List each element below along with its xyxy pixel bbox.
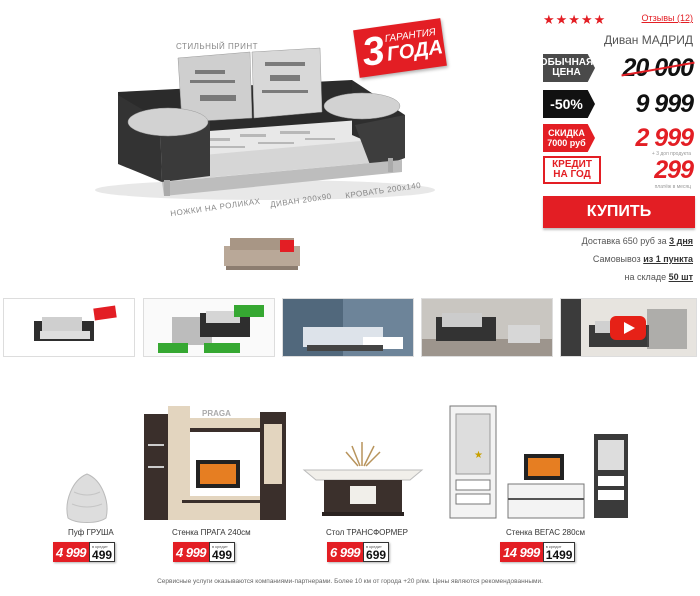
- credit-label: КРЕДИТ НА ГОД: [543, 156, 601, 184]
- regular-price-label: ОБЫЧНАЯ ЦЕНА: [543, 54, 595, 82]
- buy-button[interactable]: КУПИТЬ: [543, 196, 695, 228]
- wall-unit-praga-image[interactable]: PRAGA: [142, 404, 288, 522]
- feature-label-print: СТИЛЬНЫЙ ПРИНТ: [176, 42, 258, 51]
- delivery-info: Доставка 650 руб за 3 дня: [582, 236, 693, 246]
- gallery-thumb-1[interactable]: [3, 298, 135, 357]
- stock-text: на складе: [624, 272, 669, 282]
- gallery-thumb-3[interactable]: [282, 298, 414, 357]
- rating-stars: ★★★★★: [543, 12, 607, 27]
- credit-row: КРЕДИТ НА ГОД 299: [543, 156, 695, 184]
- rec-credit-box: в кредит 499: [89, 542, 116, 562]
- rec-name[interactable]: Пуф ГРУША: [68, 528, 114, 537]
- credit-price: 299: [654, 156, 694, 184]
- extra-discount-price: 2 999: [635, 124, 694, 152]
- extra-discount-row: СКИДКА 7000 руб 2 999: [543, 124, 695, 152]
- rec-credit-box: в кредит 1499: [542, 542, 576, 562]
- rec-price-value: 6 999: [327, 542, 364, 562]
- pickup-text: Самовывоз: [592, 254, 644, 264]
- rec-credit-box: в кредит 499: [209, 542, 236, 562]
- gallery-video-thumb[interactable]: [560, 298, 697, 357]
- rec-price-value: 14 999: [500, 542, 543, 562]
- rec-price-value: 4 999: [53, 542, 90, 562]
- rec-price: 14 999 в кредит 1499: [500, 542, 576, 562]
- guarantee-years: 3: [359, 28, 388, 76]
- discount-price-row: -50% 9 999: [543, 90, 695, 118]
- rec-credit-box: в кредит 699: [363, 542, 390, 562]
- rec-price: 6 999 в кредит 699: [327, 542, 390, 562]
- rec-price-value: 4 999: [173, 542, 210, 562]
- stock-count[interactable]: 50 шт: [669, 272, 693, 282]
- gallery-thumb-2[interactable]: [143, 298, 275, 357]
- gallery-thumb-4[interactable]: [421, 298, 553, 357]
- regular-price-value: 20 000: [622, 54, 694, 82]
- table-transformer-image[interactable]: [300, 440, 426, 522]
- wall-unit-vegas-image[interactable]: ★: [448, 404, 638, 522]
- product-title: Диван МАДРИД: [604, 33, 693, 47]
- rec-credit-value: 499: [212, 547, 233, 562]
- svg-text:★: ★: [474, 450, 483, 461]
- reviews-link[interactable]: Отзывы (12): [642, 13, 693, 23]
- rec-name[interactable]: Стол ТРАНСФОРМЕР: [326, 528, 408, 537]
- regular-price-row: ОБЫЧНАЯ ЦЕНА 20 000: [543, 54, 695, 82]
- rec-price: 4 999 в кредит 499: [53, 542, 116, 562]
- rec-credit-value: 499: [92, 547, 113, 562]
- credit-note: платёж в месяц: [654, 184, 691, 190]
- delivery-text: Доставка 650 руб за: [581, 236, 670, 246]
- footer-disclaimer: Сервисные услуги оказываются компаниями-…: [157, 578, 543, 585]
- delivery-days[interactable]: 3 дня: [669, 236, 693, 246]
- rec-credit-value: 699: [366, 547, 387, 562]
- hero-product-image: СТИЛЬНЫЙ ПРИНТ НОЖКИ НА РОЛИКАХ ДИВАН 20…: [0, 0, 535, 290]
- color-variant-thumb[interactable]: [220, 232, 304, 278]
- discount-label: -50%: [543, 90, 595, 118]
- play-icon[interactable]: [610, 316, 646, 340]
- image-gallery: [3, 298, 697, 357]
- svg-text:PRAGA: PRAGA: [202, 409, 231, 418]
- rec-price: 4 999 в кредит 499: [173, 542, 236, 562]
- pouf-image[interactable]: [62, 472, 112, 524]
- rec-name[interactable]: Стенка ПРАГА 240см: [172, 528, 251, 537]
- discount-price-value: 9 999: [635, 90, 694, 118]
- stock-info: на складе 50 шт: [625, 272, 693, 282]
- extra-discount-label: СКИДКА 7000 руб: [543, 124, 595, 152]
- pickup-info: Самовывоз из 1 пункта: [593, 254, 693, 264]
- pickup-points[interactable]: из 1 пункта: [643, 254, 693, 264]
- rec-credit-value: 1499: [545, 547, 573, 562]
- rec-name[interactable]: Стенка ВЕГАС 280см: [506, 528, 585, 537]
